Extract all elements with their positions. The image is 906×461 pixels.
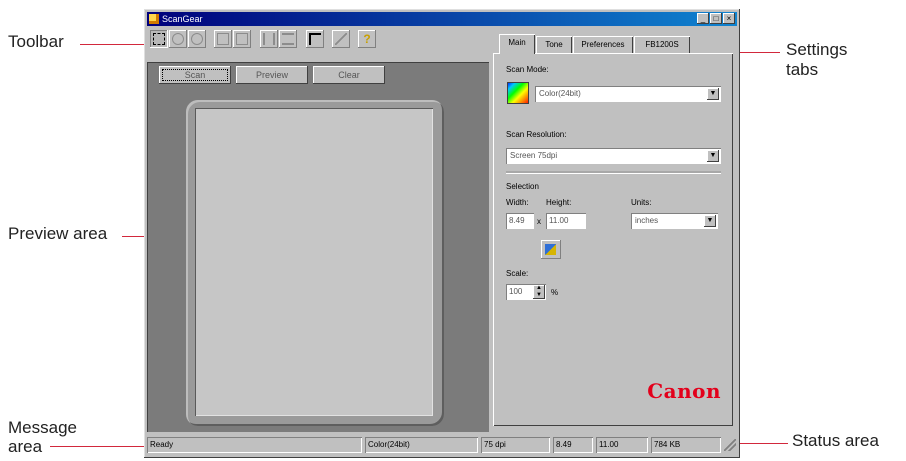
minimize-button[interactable]: _ (697, 13, 709, 24)
clear-button[interactable]: Clear (313, 66, 385, 84)
select-area-button[interactable] (150, 30, 168, 48)
help-button[interactable]: ? (358, 30, 376, 48)
resize-grip[interactable] (724, 439, 736, 451)
tab-main[interactable]: Main (499, 34, 535, 54)
status-size: 784 KB (651, 437, 721, 453)
flip-vertical-icon (282, 33, 294, 45)
flip-horizontal-button[interactable] (260, 30, 278, 48)
chevron-down-icon[interactable]: ▼ (707, 150, 719, 162)
crop-button[interactable] (306, 30, 324, 48)
selection-label: Selection (506, 182, 539, 191)
width-label: Width: (506, 198, 529, 207)
zoom-in-icon (172, 33, 184, 45)
callout-line-toolbar (80, 44, 150, 45)
callout-settings-tabs: Settings tabs (786, 40, 848, 79)
settings-panel: Main Tone Preferences FB1200S Scan Mode:… (493, 34, 737, 430)
zoom-out-icon (191, 33, 203, 45)
zoom-in-button[interactable] (169, 30, 187, 48)
callout-preview-area: Preview area (8, 224, 108, 243)
close-button[interactable]: × (723, 13, 735, 24)
app-icon (149, 14, 159, 24)
select-area-icon (153, 33, 165, 45)
preview-panel: Scan Preview Clear (147, 62, 489, 432)
scale-label: Scale: (506, 269, 529, 278)
message-area: Ready (147, 437, 362, 453)
status-resolution: 75 dpi (481, 437, 550, 453)
times-symbol: x (537, 217, 541, 226)
scanner-platen (186, 100, 444, 426)
status-bar: Ready Color(24bit) 75 dpi 8.49 11.00 784… (147, 437, 737, 453)
callout-message-area: Message area (8, 418, 77, 456)
rotate-left-icon (217, 33, 229, 45)
callout-status-area: Status area (792, 431, 879, 450)
chevron-down-icon[interactable]: ▼ (707, 88, 719, 100)
scan-mode-label: Scan Mode: (506, 65, 549, 74)
crop-icon (309, 33, 321, 45)
flip-vertical-button[interactable] (279, 30, 297, 48)
scan-mode-value: Color(24bit) (539, 89, 581, 98)
tab-tone[interactable]: Tone (536, 36, 572, 53)
toolbar: ? (150, 30, 495, 51)
rotate-right-icon (236, 33, 248, 45)
rotate-right-button[interactable] (233, 30, 251, 48)
status-width: 8.49 (553, 437, 593, 453)
width-input[interactable]: 8.49 (506, 213, 534, 229)
flip-horizontal-icon (263, 33, 275, 45)
scan-resolution-select[interactable]: Screen 75dpi ▼ (506, 148, 721, 164)
tab-fb1200s[interactable]: FB1200S (634, 36, 690, 53)
rotate-left-button[interactable] (214, 30, 232, 48)
status-mode: Color(24bit) (365, 437, 478, 453)
title-bar[interactable]: ScanGear _ □ × (147, 12, 737, 26)
zoom-out-button[interactable] (188, 30, 206, 48)
swap-dimensions-button[interactable] (541, 240, 561, 259)
callout-toolbar: Toolbar (8, 32, 64, 51)
status-height: 11.00 (596, 437, 648, 453)
scale-spinner[interactable]: ▲ ▼ (533, 285, 545, 299)
tab-preferences[interactable]: Preferences (573, 36, 633, 53)
preview-button[interactable]: Preview (236, 66, 308, 84)
scangear-window: ScanGear _ □ × ? Scan Preview Clear Main… (144, 9, 740, 458)
height-label: Height: (546, 198, 572, 207)
maximize-button[interactable]: □ (710, 13, 722, 24)
color-mode-icon (507, 82, 529, 104)
preview-area[interactable] (195, 108, 433, 416)
scan-resolution-value: Screen 75dpi (510, 151, 558, 160)
main-tab-body: Scan Mode: Color(24bit) ▼ Scan Resolutio… (493, 53, 733, 426)
height-input[interactable]: 11.00 (546, 213, 586, 229)
divider (506, 171, 721, 174)
options-button[interactable] (332, 30, 350, 48)
help-icon: ? (363, 32, 371, 46)
units-label: Units: (631, 198, 652, 207)
chevron-down-icon[interactable]: ▼ (704, 215, 716, 227)
window-title: ScanGear (162, 14, 203, 24)
options-icon (335, 33, 347, 45)
percent-symbol: % (551, 288, 559, 297)
canon-logo: Canon (647, 379, 721, 403)
swap-icon (545, 244, 556, 255)
units-select[interactable]: inches ▼ (631, 213, 718, 229)
scan-resolution-label: Scan Resolution: (506, 130, 567, 139)
scan-mode-select[interactable]: Color(24bit) ▼ (535, 86, 721, 102)
units-value: inches (635, 216, 659, 225)
scan-button[interactable]: Scan (159, 66, 231, 84)
